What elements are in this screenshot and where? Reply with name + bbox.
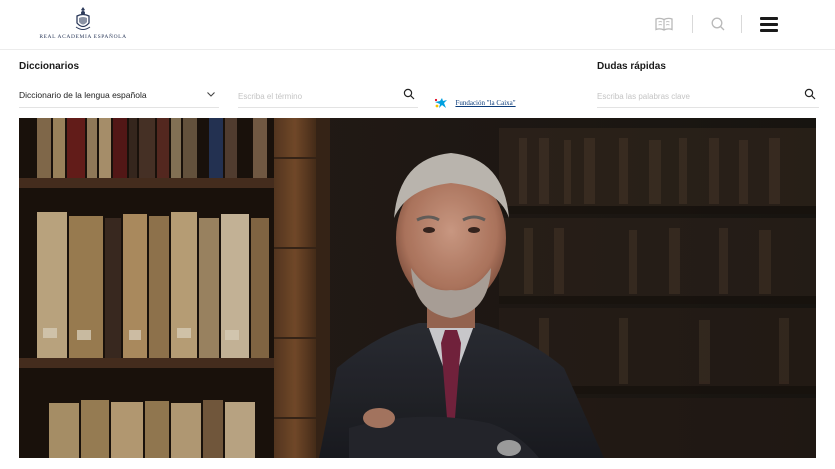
hero-photo [19,118,816,458]
chevron-down-icon [207,92,215,97]
menu-icon[interactable] [760,17,778,32]
dudas-search-field [597,86,819,108]
site-header: REAL ACADEMIA ESPAÑOLA [0,0,835,50]
dictionary-select-value: Diccionario de la lengua española [19,90,147,100]
dictionary-search-input[interactable] [238,88,391,104]
section-title-dudas: Dudas rápidas [597,61,666,72]
search-icon[interactable] [710,16,726,32]
dictionary-select[interactable]: Diccionario de la lengua española [19,86,219,108]
header-divider [692,15,693,33]
crest-icon [75,7,91,30]
dudas-search-input[interactable] [597,88,786,104]
section-title-diccionarios: Diccionarios [19,61,80,72]
book-icon[interactable] [655,16,673,32]
rae-logo[interactable]: REAL ACADEMIA ESPAÑOLA [38,6,128,46]
search-icon[interactable] [403,88,415,100]
sponsor-text: Fundación "la Caixa" [455,98,516,107]
dictionary-search-field [238,86,418,108]
header-divider [741,15,742,33]
sponsor-link-la-caixa[interactable]: Fundación "la Caixa" [433,94,516,108]
hero-image [19,118,816,458]
la-caixa-star-icon [434,97,447,108]
search-icon[interactable] [804,88,816,100]
logo-text: REAL ACADEMIA ESPAÑOLA [39,34,127,40]
